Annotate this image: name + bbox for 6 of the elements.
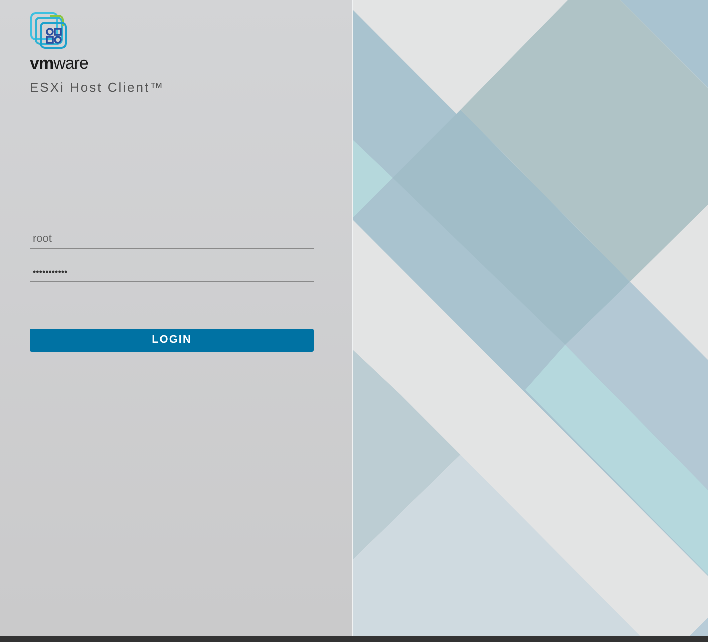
- username-field[interactable]: root: [30, 230, 314, 248]
- product-title: ESXi Host Client™: [30, 79, 165, 97]
- login-button[interactable]: LOGIN: [30, 328, 314, 352]
- brand-logo: vmware: [30, 54, 88, 74]
- password-field[interactable]: •••••••••••: [30, 264, 314, 282]
- logo-icon: [30, 12, 68, 50]
